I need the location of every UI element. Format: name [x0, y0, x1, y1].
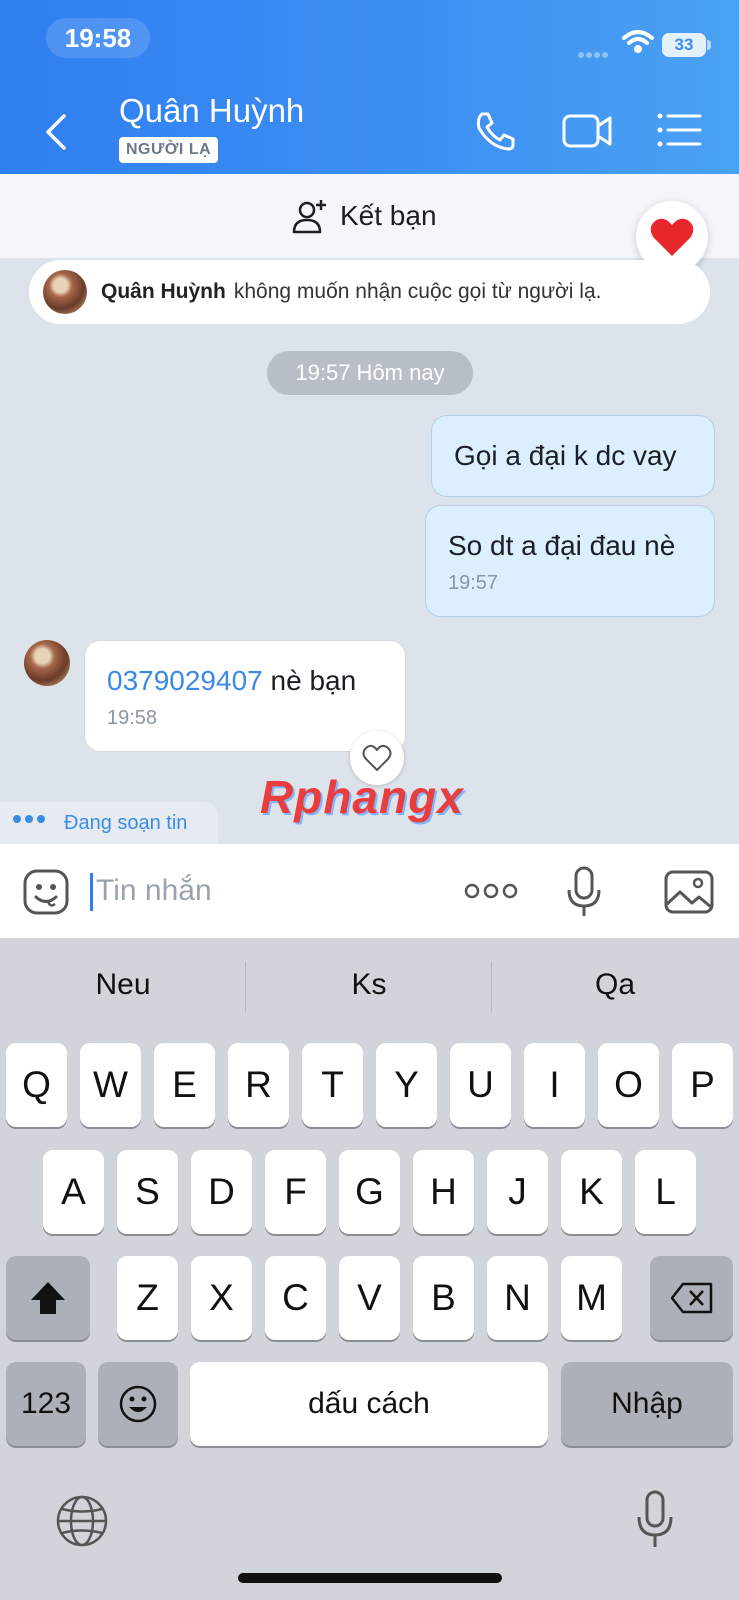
signal-icon: [578, 45, 614, 58]
message-bubble[interactable]: So dt a đại đau nè 19:57: [425, 505, 715, 617]
globe-icon[interactable]: [55, 1494, 109, 1548]
add-friend-button[interactable]: Kết bạn: [292, 194, 437, 238]
message-text: So dt a đại đau nè: [448, 530, 676, 561]
add-friend-label: Kết bạn: [340, 200, 437, 231]
key[interactable]: M: [561, 1256, 622, 1340]
battery-icon: 33: [662, 33, 706, 57]
key[interactable]: I: [524, 1043, 585, 1127]
key[interactable]: Z: [117, 1256, 178, 1340]
emoji-icon: [119, 1385, 157, 1423]
key[interactable]: K: [561, 1150, 622, 1234]
message-time: 19:57: [448, 572, 499, 594]
status-time: 19:58: [46, 18, 150, 58]
suggestion-2[interactable]: Ks: [246, 968, 492, 1002]
suggestion-1[interactable]: Neu: [0, 968, 246, 1002]
key[interactable]: H: [413, 1150, 474, 1234]
battery-tip: [707, 40, 711, 50]
typing-dots-icon: [13, 815, 45, 823]
space-key[interactable]: dấu cách: [190, 1362, 548, 1446]
key[interactable]: Q: [6, 1043, 67, 1127]
typing-text: Đang soạn tin: [64, 812, 188, 834]
key[interactable]: D: [191, 1150, 252, 1234]
dictation-mic-icon[interactable]: [636, 1490, 674, 1550]
emoji-key[interactable]: [98, 1362, 178, 1446]
message-input[interactable]: Tin nhắn: [90, 868, 212, 914]
keyboard: Neu Ks Qa Q W E R T Y U I O P A S D F G …: [0, 938, 739, 1600]
back-icon[interactable]: [40, 110, 74, 154]
key[interactable]: F: [265, 1150, 326, 1234]
phone-number-link[interactable]: 0379029407: [107, 665, 263, 696]
key[interactable]: C: [265, 1256, 326, 1340]
add-user-icon: [292, 200, 326, 234]
image-icon[interactable]: [664, 870, 714, 914]
shift-key[interactable]: [6, 1256, 90, 1340]
key[interactable]: J: [487, 1150, 548, 1234]
key[interactable]: W: [80, 1043, 141, 1127]
key[interactable]: G: [339, 1150, 400, 1234]
message-bubble[interactable]: Gọi a đại k dc vay: [431, 415, 715, 497]
home-indicator[interactable]: [238, 1573, 502, 1583]
key[interactable]: V: [339, 1256, 400, 1340]
backspace-key[interactable]: [650, 1256, 733, 1340]
chat-header: 19:58 33 Quân Huỳnh NGƯỜI LẠ: [0, 0, 739, 174]
message-time: 19:58: [107, 707, 158, 729]
key[interactable]: A: [43, 1150, 104, 1234]
add-friend-bar: Kết bạn: [0, 174, 739, 258]
watermark: Rphangx: [260, 771, 464, 823]
message-composer: Tin nhắn: [0, 844, 739, 938]
key[interactable]: O: [598, 1043, 659, 1127]
key[interactable]: T: [302, 1043, 363, 1127]
wifi-icon: [622, 30, 654, 53]
key[interactable]: L: [635, 1150, 696, 1234]
message-text: Gọi a đại k dc vay: [454, 440, 677, 471]
contact-name[interactable]: Quân Huỳnh: [119, 92, 304, 130]
video-call-icon[interactable]: [560, 108, 614, 152]
message-text: nè bạn: [262, 665, 357, 696]
avatar[interactable]: [24, 640, 70, 686]
heart-outline-icon: [362, 744, 392, 771]
menu-list-icon[interactable]: [654, 108, 708, 152]
heart-icon: [650, 218, 694, 256]
sticker-icon[interactable]: [22, 868, 70, 916]
microphone-icon[interactable]: [566, 866, 602, 918]
more-icon[interactable]: [464, 882, 518, 900]
key[interactable]: U: [450, 1043, 511, 1127]
numbers-key[interactable]: 123: [6, 1362, 86, 1446]
phone-icon[interactable]: [470, 108, 524, 152]
return-key[interactable]: Nhập: [561, 1362, 733, 1446]
notice-name: Quân Huỳnh: [101, 280, 226, 303]
typing-indicator: Đang soạn tin: [0, 802, 218, 844]
key[interactable]: N: [487, 1256, 548, 1340]
notice-text: không muốn nhận cuộc gọi từ người lạ.: [233, 280, 602, 303]
avatar: [43, 270, 87, 314]
call-restriction-notice: Quân Huỳnh không muốn nhận cuộc gọi từ n…: [29, 260, 710, 324]
key[interactable]: S: [117, 1150, 178, 1234]
backspace-icon: [670, 1282, 712, 1314]
key[interactable]: R: [228, 1043, 289, 1127]
key[interactable]: E: [154, 1043, 215, 1127]
key[interactable]: Y: [376, 1043, 437, 1127]
shift-icon: [31, 1282, 65, 1314]
stranger-badge: NGƯỜI LẠ: [119, 137, 219, 163]
key[interactable]: P: [672, 1043, 733, 1127]
message-bubble[interactable]: 0379029407 nè bạn 19:58: [84, 640, 406, 752]
date-separator: 19:57 Hôm nay: [267, 351, 473, 395]
suggestion-3[interactable]: Qa: [492, 968, 738, 1002]
key[interactable]: X: [191, 1256, 252, 1340]
key[interactable]: B: [413, 1256, 474, 1340]
